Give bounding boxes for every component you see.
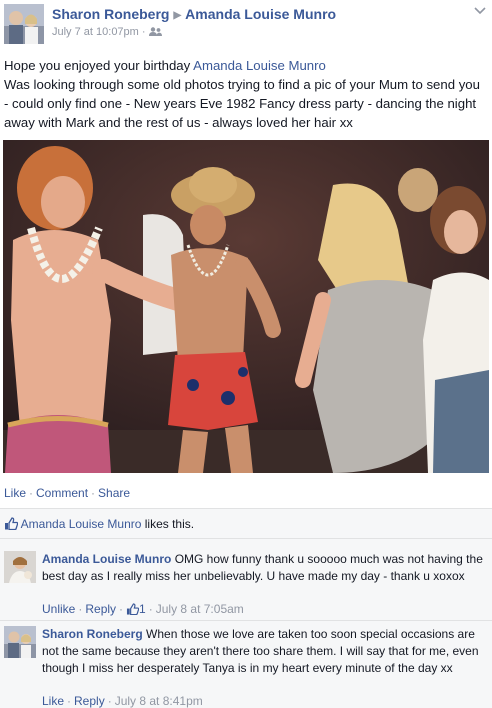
post-header: Sharon Roneberg ▶ Amanda Louise Munro July… bbox=[4, 4, 488, 44]
party-photo-illustration bbox=[3, 140, 489, 473]
arrow-right-icon: ▶ bbox=[173, 10, 182, 21]
thumbs-up-icon bbox=[4, 517, 21, 531]
post-text-prefix: Hope you enjoyed your birthday bbox=[4, 58, 194, 73]
chevron-down-icon[interactable] bbox=[474, 4, 486, 18]
friends-icon[interactable] bbox=[148, 26, 162, 38]
separator-dot: · bbox=[91, 486, 96, 500]
unlike-link[interactable]: Unlike bbox=[42, 602, 75, 616]
commenter-avatar[interactable] bbox=[4, 551, 36, 583]
post-actions: Like · Comment · Share bbox=[4, 486, 130, 500]
comment-like-count[interactable]: 1 bbox=[139, 602, 146, 616]
post-names: Sharon Roneberg ▶ Amanda Louise Munro bbox=[52, 6, 336, 22]
post-text-body: Was looking through some old photos tryi… bbox=[4, 77, 480, 130]
divider bbox=[0, 620, 492, 621]
likes-summary: Amanda Louise Munro likes this. bbox=[4, 517, 194, 531]
recipient-name[interactable]: Amanda Louise Munro bbox=[185, 6, 336, 22]
separator-dot: · bbox=[141, 26, 149, 38]
comment-author[interactable]: Amanda Louise Munro bbox=[42, 552, 171, 566]
separator-dot: · bbox=[107, 694, 112, 708]
thumbs-up-icon[interactable] bbox=[126, 602, 140, 616]
post-timestamp[interactable]: July 7 at 10:07pm bbox=[52, 26, 139, 38]
share-link[interactable]: Share bbox=[98, 486, 130, 500]
likes-suffix: likes this. bbox=[141, 517, 195, 531]
feedback-section: Amanda Louise Munro likes this. Amanda L… bbox=[0, 508, 492, 708]
separator-dot: · bbox=[29, 486, 34, 500]
comment-item: Amanda Louise Munro OMG how funny thank … bbox=[4, 551, 488, 619]
comment-item: Sharon Roneberg When those we love are t… bbox=[4, 626, 488, 708]
post-meta: July 7 at 10:07pm · bbox=[52, 26, 162, 38]
separator-dot: · bbox=[119, 602, 124, 616]
reply-link[interactable]: Reply bbox=[74, 694, 105, 708]
post-text: Hope you enjoyed your birthday Amanda Lo… bbox=[4, 56, 488, 132]
divider bbox=[0, 538, 492, 539]
comment-text: Amanda Louise Munro OMG how funny thank … bbox=[42, 551, 488, 585]
post-photo[interactable] bbox=[3, 140, 489, 473]
comment-footer: Like · Reply · July 8 at 8:41pm bbox=[42, 694, 203, 708]
like-link[interactable]: Like bbox=[42, 694, 64, 708]
like-link[interactable]: Like bbox=[4, 486, 26, 500]
separator-dot: · bbox=[148, 602, 153, 616]
comment-author[interactable]: Sharon Roneberg bbox=[42, 627, 143, 641]
separator-dot: · bbox=[78, 602, 83, 616]
comment-link[interactable]: Comment bbox=[36, 486, 88, 500]
author-avatar[interactable] bbox=[4, 4, 44, 44]
facebook-post: Sharon Roneberg ▶ Amanda Louise Munro July… bbox=[0, 0, 492, 708]
commenter-avatar[interactable] bbox=[4, 626, 36, 658]
author-name[interactable]: Sharon Roneberg bbox=[52, 6, 169, 22]
separator-dot: · bbox=[67, 694, 72, 708]
tagged-user-link[interactable]: Amanda Louise Munro bbox=[193, 58, 326, 73]
reply-link[interactable]: Reply bbox=[85, 602, 116, 616]
comment-text: Sharon Roneberg When those we love are t… bbox=[42, 626, 488, 677]
comment-time[interactable]: July 8 at 7:05am bbox=[156, 602, 244, 616]
comment-time[interactable]: July 8 at 8:41pm bbox=[115, 694, 203, 708]
comment-footer: Unlike · Reply · 1 · July 8 at 7:05am bbox=[42, 602, 244, 616]
liker-name[interactable]: Amanda Louise Munro bbox=[21, 517, 142, 531]
